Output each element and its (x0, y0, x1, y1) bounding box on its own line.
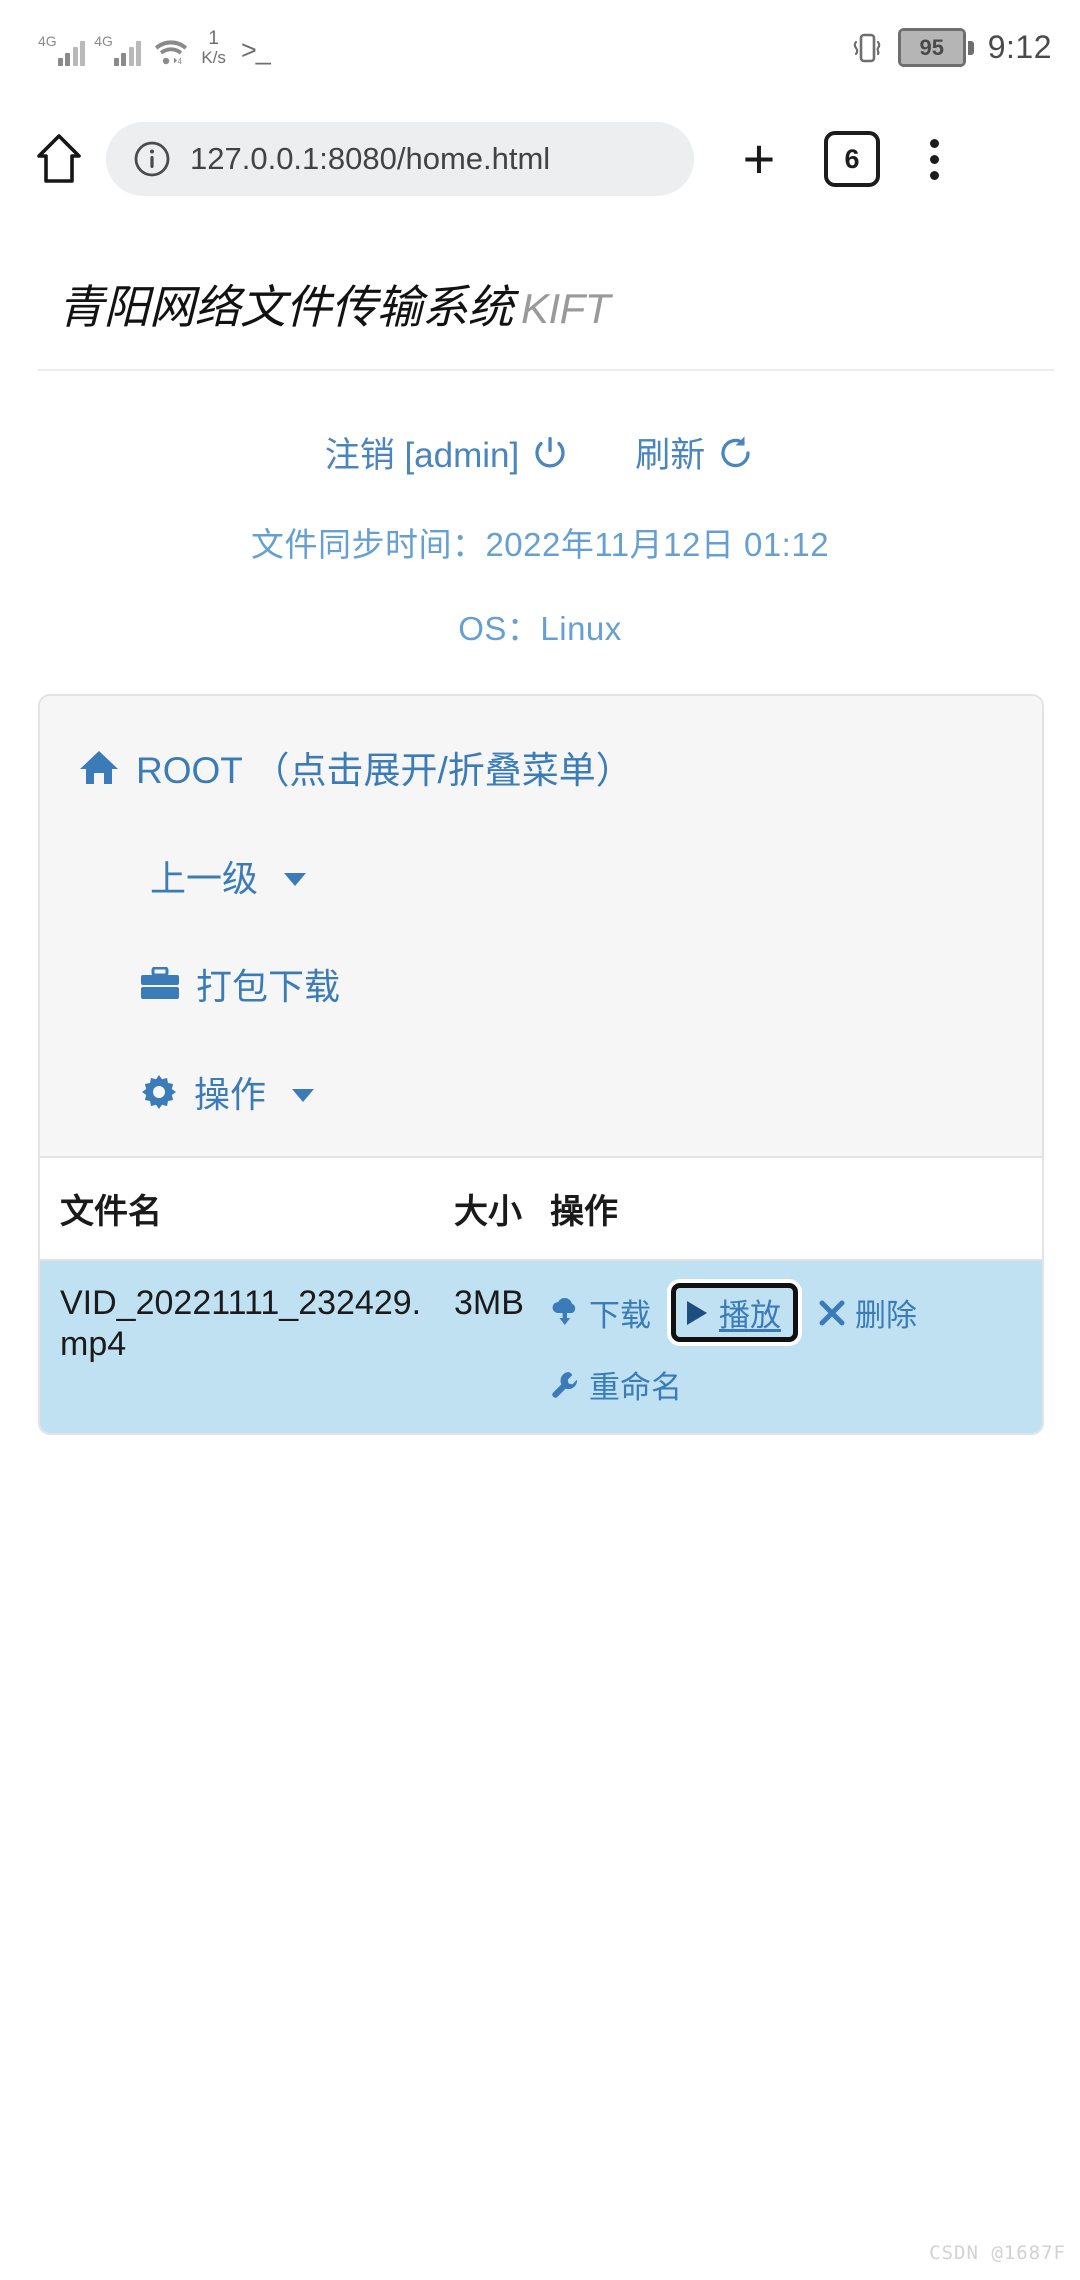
url-text[interactable]: 127.0.0.1:8080/home.html (190, 141, 550, 177)
page-title: 青阳网络文件传输系统 KIFT (0, 223, 1080, 337)
root-breadcrumb-label: ROOT （点击展开/折叠菜单） (136, 750, 633, 791)
svg-text:4: 4 (178, 57, 183, 66)
signal-indicator-1: 4G (38, 32, 86, 67)
gear-icon (142, 1075, 176, 1109)
file-size-cell: 3MB (454, 1260, 550, 1433)
menu-item-parent-dir-label: 上一级 (150, 858, 259, 899)
vibrate-mode-icon (850, 30, 884, 66)
column-header-size: 大小 (454, 1156, 550, 1261)
address-bar[interactable]: 127.0.0.1:8080/home.html (106, 122, 694, 196)
rename-label: 重命名 (589, 1370, 682, 1405)
battery-body: 95 (897, 28, 966, 67)
signal-bars-icon-2 (113, 40, 142, 67)
network-speed-value: 1 (208, 27, 219, 49)
signal-indicator-2: 4G (94, 32, 142, 67)
wifi-icon: 4 (154, 36, 188, 66)
top-actions: 注销 [admin] 刷新 (0, 427, 1080, 478)
file-table-head: 文件名 大小 操作 (40, 1156, 1042, 1261)
browser-toolbar: 127.0.0.1:8080/home.html + 6 (0, 95, 1080, 223)
network-type-label-1: 4G (38, 33, 57, 50)
delete-action[interactable]: 删除 (818, 1290, 917, 1335)
menu-item-operations[interactable]: 操作 (40, 1066, 1042, 1118)
menu-item-parent-dir[interactable]: 上一级 (40, 850, 1042, 902)
sync-time-label: 文件同步时间：2022年11月12日 01:12 (250, 526, 830, 563)
card-menu: ROOT （点击展开/折叠菜单） 上一级 打包下载 操作 (40, 696, 1042, 1156)
file-table: 文件名 大小 操作 VID_20221111_232429.mp4 3MB 下载… (40, 1156, 1042, 1433)
home-solid-icon (80, 751, 118, 784)
download-cloud-icon (552, 1297, 576, 1325)
info-circle-icon (134, 141, 170, 177)
root-breadcrumb[interactable]: ROOT （点击展开/折叠菜单） (40, 740, 1042, 794)
file-ops-group: 下载 播放 删除 重命名 (550, 1283, 1028, 1407)
signal-bars-icon-1 (57, 40, 86, 67)
file-table-body: VID_20221111_232429.mp4 3MB 下载 播放 删除 重命名 (40, 1260, 1042, 1433)
logout-button[interactable]: 注销 [admin] (325, 427, 570, 478)
tab-counter-button[interactable]: 6 (824, 131, 880, 187)
watermark-label: CSDN @1687F (929, 2242, 1066, 2264)
refresh-label: 刷新 (635, 436, 706, 475)
menu-item-operations-label: 操作 (194, 1074, 267, 1115)
browser-menu-button[interactable] (908, 138, 960, 180)
play-label: 播放 (719, 1298, 781, 1333)
play-action[interactable]: 播放 (671, 1283, 798, 1342)
status-bar: 4G 4G 4 1 K/s >_ 95 9:12 (0, 0, 1080, 95)
home-icon (37, 134, 81, 183)
table-row[interactable]: VID_20221111_232429.mp4 3MB 下载 播放 删除 重命名 (40, 1260, 1042, 1433)
chevron-down-icon (284, 872, 307, 886)
page-title-sub: KIFT (521, 285, 611, 332)
play-icon (687, 1300, 707, 1325)
briefcase-icon (141, 967, 179, 999)
battery-cap (967, 40, 974, 55)
chevron-down-icon (292, 1088, 315, 1102)
battery-indicator: 95 (897, 28, 974, 67)
file-browser-card: ROOT （点击展开/折叠菜单） 上一级 打包下载 操作 文件名 大小 操作 V… (38, 694, 1044, 1435)
menu-item-package-download-label: 打包下载 (196, 966, 341, 1007)
rename-action[interactable]: 重命名 (550, 1362, 682, 1407)
home-button[interactable] (28, 132, 90, 186)
title-divider (38, 369, 1054, 371)
delete-label: 删除 (855, 1298, 917, 1333)
network-speed-unit: K/s (201, 47, 226, 67)
power-icon (535, 436, 565, 467)
column-header-ops: 操作 (550, 1156, 1042, 1261)
column-header-name: 文件名 (40, 1156, 454, 1261)
file-name-cell: VID_20221111_232429.mp4 (40, 1260, 454, 1433)
refresh-button[interactable]: 刷新 (635, 427, 755, 478)
file-table-header-row: 文件名 大小 操作 (40, 1156, 1042, 1261)
page-title-main: 青阳网络文件传输系统 (58, 281, 514, 333)
download-action[interactable]: 下载 (550, 1290, 651, 1335)
refresh-icon (721, 436, 750, 467)
network-speed-indicator: 1 K/s (201, 27, 226, 67)
battery-percent-label: 95 (900, 31, 963, 64)
wrench-icon (552, 1371, 578, 1398)
file-ops-cell: 下载 播放 删除 重命名 (550, 1260, 1042, 1433)
new-tab-button[interactable]: + (722, 131, 796, 186)
shell-prompt-icon: >_ (240, 35, 271, 66)
close-x-icon (819, 1300, 845, 1325)
os-label: OS：Linux (458, 610, 622, 647)
status-bar-left: 4G 4G 4 1 K/s >_ (38, 27, 271, 67)
network-type-label-2: 4G (94, 33, 113, 50)
page-content: 青阳网络文件传输系统 KIFT 注销 [admin] 刷新 文件同步时间：2022… (0, 223, 1080, 1435)
clock-label: 9:12 (987, 29, 1052, 65)
menu-item-package-download[interactable]: 打包下载 (40, 958, 1042, 1010)
download-label: 下载 (589, 1298, 651, 1333)
status-bar-right: 95 9:12 (850, 28, 1052, 67)
logout-label: 注销 [admin] (324, 436, 520, 475)
